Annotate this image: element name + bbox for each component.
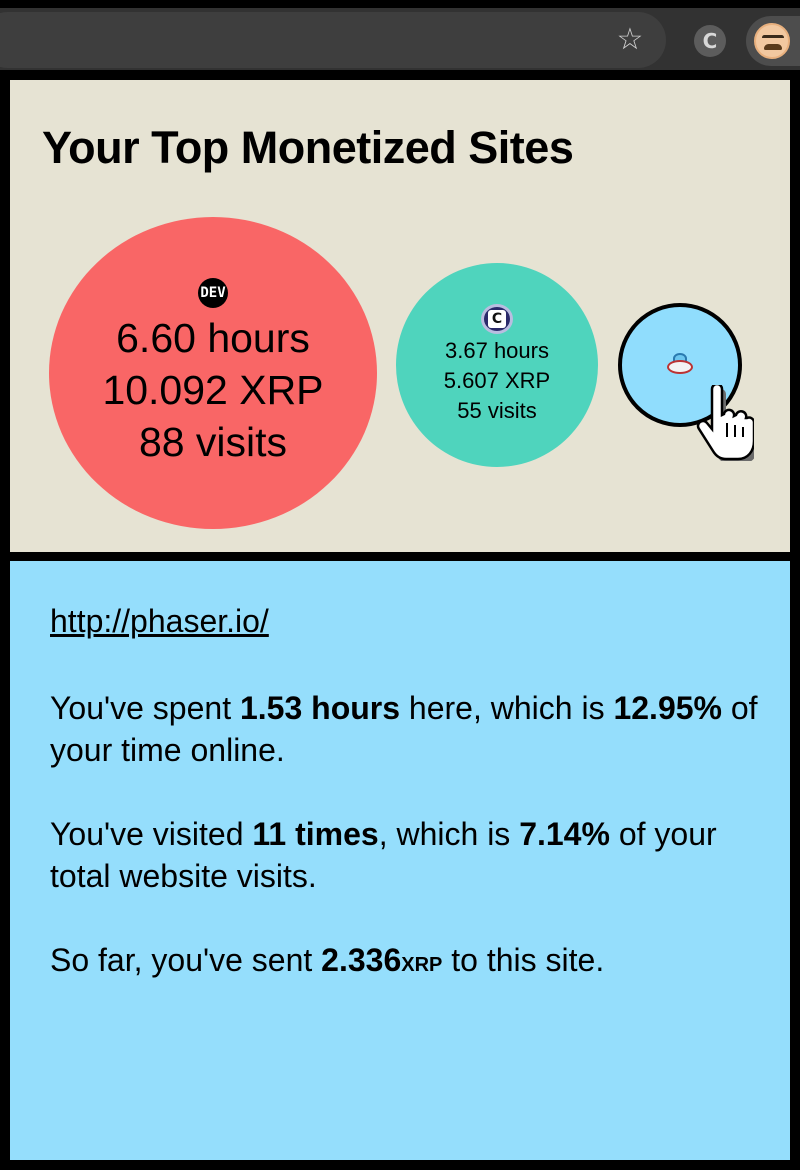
visits-text: You've visited 11 times, which is 7.14% … [50,816,717,894]
browser-toolbar: ☆ C [0,0,800,70]
extension-avatar-button[interactable] [746,16,800,66]
time-spent-text: You've spent 1.53 hours here, which is 1… [50,690,758,768]
panel-divider [0,552,800,561]
site-hours: 3.67 hours [445,338,549,363]
time-percent-value: 12.95% [613,690,722,726]
phaser-ufo-icon [663,352,697,378]
page-title: Your Top Monetized Sites [42,122,574,173]
site-xrp: 5.607 XRP [443,368,551,393]
top-sites-panel: Your Top Monetized Sites DEV 6.60 hours … [10,80,790,552]
time-spent-value: 1.53 hours [239,690,401,726]
site-xrp: 10.092 XRP [102,367,324,413]
site-visits: 88 visits [138,419,288,465]
extension-c-icon[interactable]: C [694,25,726,57]
visits-value: 11 times [252,816,379,852]
site-bubble-c[interactable]: C 3.67 hours 5.607 XRP 55 visits [396,263,598,467]
star-icon[interactable]: ☆ [612,22,648,58]
c-favicon-icon: C [481,304,513,334]
hand-cursor-icon [696,385,754,461]
address-bar[interactable] [0,12,666,68]
site-visits: 55 visits [457,398,537,423]
site-hours: 6.60 hours [116,315,310,361]
sent-text: So far, you've sent 2.336XRP to this sit… [50,942,605,978]
site-bubble-dev[interactable]: DEV 6.60 hours 10.092 XRP 88 visits [49,217,377,529]
coil-avatar-icon [754,23,790,59]
dev-favicon-icon: DEV [198,278,228,308]
site-url-link[interactable]: http://phaser.io/ [50,603,269,640]
visits-percent-value: 7.14% [519,816,610,852]
sent-unit: XRP [401,954,443,976]
site-detail-panel: http://phaser.io/ You've spent 1.53 hour… [10,561,790,1160]
sent-value: 2.336 [321,942,402,978]
